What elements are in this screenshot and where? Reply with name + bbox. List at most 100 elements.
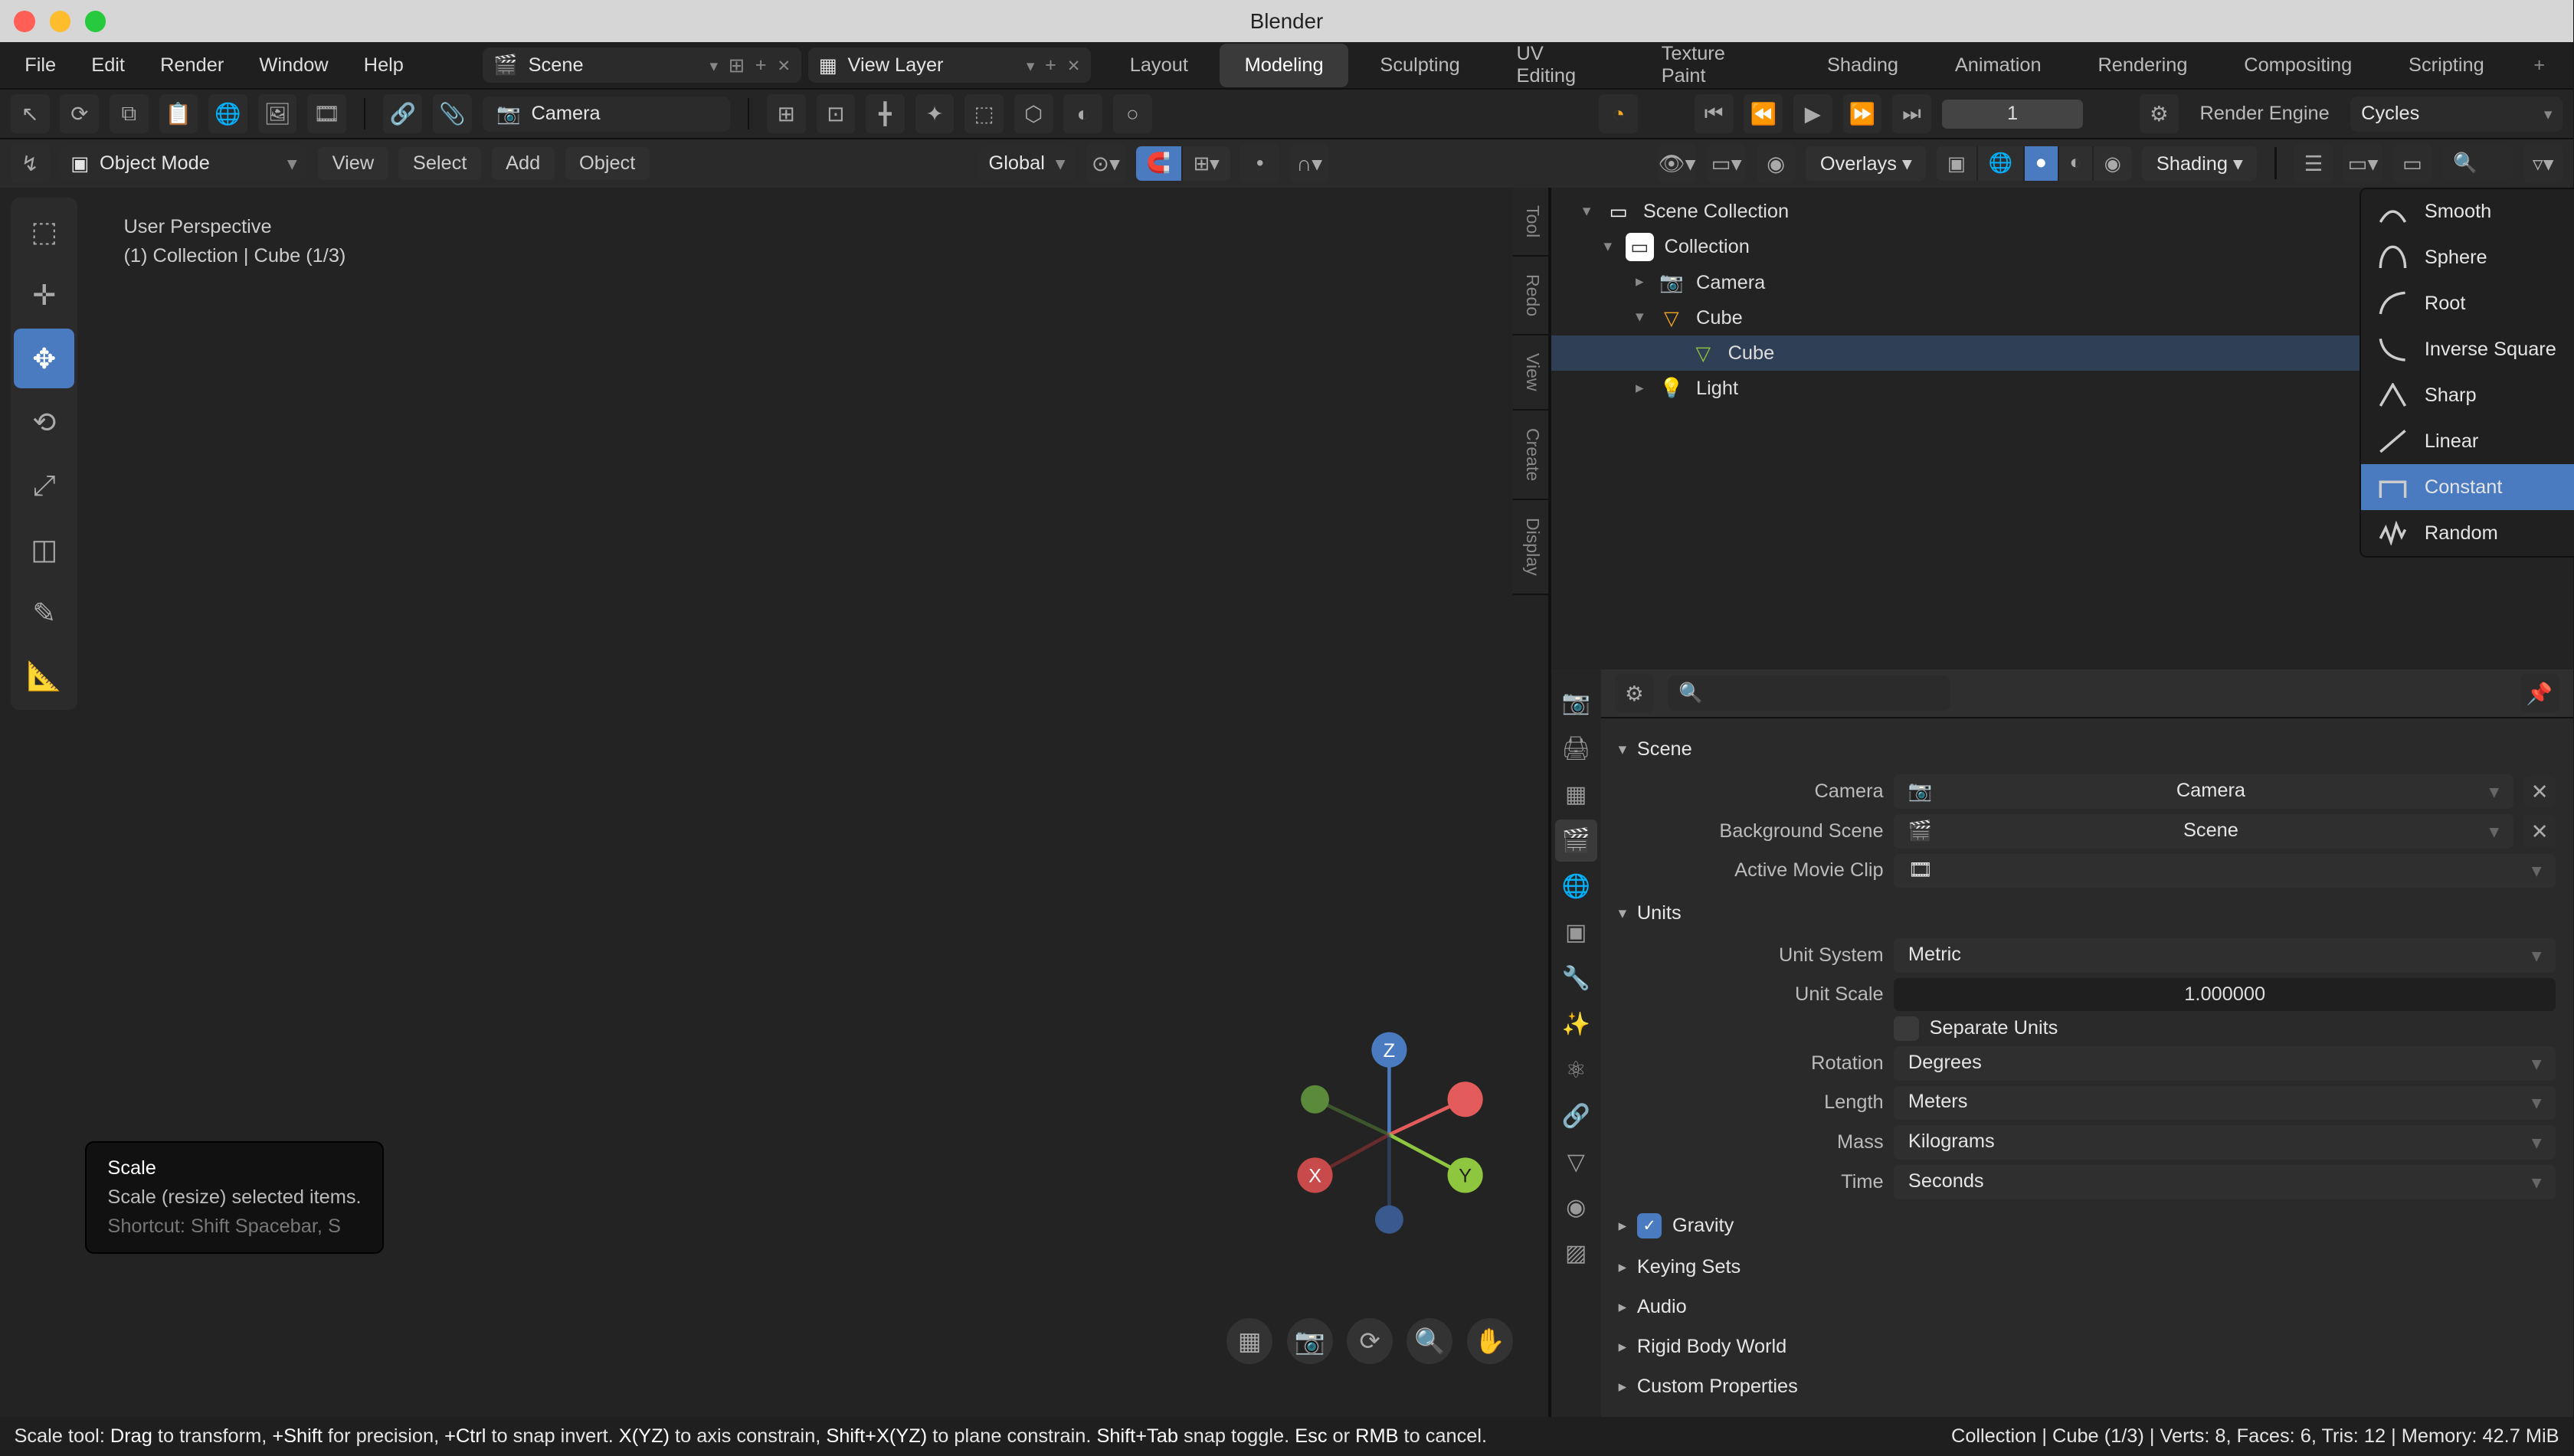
tab-scripting[interactable]: Scripting	[2384, 44, 2509, 87]
visibility-icon[interactable]: 👁▾	[1658, 144, 1697, 183]
tab-shading[interactable]: Shading	[1803, 44, 1924, 87]
gizmo-icon[interactable]: ▭▾	[1707, 144, 1746, 183]
vp-menu-object[interactable]: Object	[565, 147, 650, 180]
paste-icon[interactable]: 📋	[159, 94, 198, 133]
vp-menu-add[interactable]: Add	[492, 147, 555, 180]
scene-dropdown-icon[interactable]	[699, 54, 718, 77]
camera-selector[interactable]: 📷 Camera	[483, 97, 730, 132]
snap-type-icon[interactable]: ⊞▾	[1183, 146, 1230, 181]
copy-icon[interactable]: ⧉	[110, 94, 149, 133]
falloff-random[interactable]: Random	[2361, 510, 2574, 556]
ptab-output[interactable]: 🖨	[1555, 728, 1597, 770]
sidetab-redo[interactable]: Redo	[1513, 257, 1548, 335]
customprops-section-toggle[interactable]: ▸Custom Properties	[1619, 1366, 2556, 1406]
xray-toggle[interactable]: ▣🌐●◐◉	[1937, 146, 2132, 181]
rendered-icon[interactable]: ◉	[2094, 146, 2132, 181]
falloff-sharp[interactable]: Sharp	[2361, 372, 2574, 418]
pivot-icon[interactable]: ⊙▾	[1086, 144, 1125, 183]
tab-compositing[interactable]: Compositing	[2219, 44, 2377, 87]
props-search[interactable]: 🔍	[1668, 676, 1950, 711]
transform6-icon[interactable]: ⬡	[1014, 94, 1053, 133]
viewlayer-dropdown-icon[interactable]	[1016, 54, 1034, 77]
transform8-icon[interactable]: ○	[1113, 94, 1152, 133]
scene-add-icon[interactable]	[755, 54, 767, 77]
mode-selector[interactable]: ▣ Object Mode ▾	[60, 146, 307, 181]
proportional-dot-icon[interactable]: •	[1240, 144, 1279, 183]
bgscene-clear-icon[interactable]: ✕	[2523, 815, 2556, 847]
minimize-window-icon[interactable]	[50, 11, 71, 32]
sidetab-display[interactable]: Display	[1513, 500, 1548, 595]
overlays-button[interactable]: Overlays ▾	[1806, 146, 1926, 181]
render-engine-selector[interactable]: Cycles	[2350, 97, 2563, 132]
editor-type-icon[interactable]: ↯	[11, 144, 50, 183]
nav-camera-icon[interactable]: 📷	[1287, 1318, 1333, 1364]
menu-render[interactable]: Render	[146, 47, 238, 83]
units-section-toggle[interactable]: ▾Units	[1619, 893, 2556, 933]
outliner-editor-icon[interactable]: ☰	[2294, 144, 2333, 183]
image-icon[interactable]: 🖼	[258, 94, 297, 133]
viewlayer-add-icon[interactable]	[1045, 54, 1056, 77]
falloff-linear[interactable]: Linear	[2361, 418, 2574, 464]
scene-section-toggle[interactable]: ▾Scene	[1619, 729, 2556, 769]
ptab-constraints[interactable]: 🔗	[1555, 1094, 1597, 1137]
tool-transform[interactable]: ◫	[14, 519, 74, 579]
jump-start-icon[interactable]: ⏮	[1695, 94, 1734, 133]
transform7-icon[interactable]: ◐	[1063, 94, 1102, 133]
falloff-inverse-square[interactable]: Inverse Square	[2361, 326, 2574, 372]
transform2-icon[interactable]: ⊡	[817, 94, 856, 133]
ptab-scene[interactable]: 🎬	[1555, 820, 1597, 862]
transform1-icon[interactable]: ⊞	[767, 94, 806, 133]
tab-rendering[interactable]: Rendering	[2073, 44, 2212, 87]
props-editor-icon[interactable]: ⚙	[1615, 674, 1654, 713]
tool-select-box[interactable]: ⬚	[14, 201, 74, 261]
camera-clear-icon[interactable]: ✕	[2523, 776, 2556, 808]
orientation-selector[interactable]: Global ▾	[978, 146, 1076, 181]
scene-camera-selector[interactable]: 📷 Camera	[1894, 774, 2513, 809]
ptab-particles[interactable]: ✨	[1555, 1003, 1597, 1045]
shading-button[interactable]: Shading ▾	[2142, 146, 2257, 181]
render-engine-dropdown-icon[interactable]	[2533, 103, 2552, 125]
solid-icon[interactable]: ●	[2025, 146, 2059, 181]
add-workspace-icon[interactable]: +	[2516, 44, 2563, 87]
menu-file[interactable]: File	[11, 47, 70, 83]
audio-section-toggle[interactable]: ▸Audio	[1619, 1287, 2556, 1327]
transform3-icon[interactable]: ╋	[866, 94, 905, 133]
play-icon[interactable]: ▶	[1793, 94, 1832, 133]
gravity-section-toggle[interactable]: ▸✓Gravity	[1619, 1205, 2556, 1247]
scene-remove-icon[interactable]	[777, 54, 790, 77]
keying-section-toggle[interactable]: ▸Keying Sets	[1619, 1247, 2556, 1287]
world-icon[interactable]: 🌐	[208, 94, 247, 133]
nav-zoom-icon[interactable]: 🔍	[1407, 1318, 1452, 1364]
tool-measure[interactable]: 📐	[14, 646, 74, 706]
pin-icon[interactable]: 📌	[2520, 674, 2559, 713]
bg-scene-selector[interactable]: 🎬 Scene	[1894, 814, 2513, 849]
cursor-icon[interactable]: ↖	[11, 94, 50, 133]
gravity-checkbox[interactable]: ✓	[1637, 1213, 1662, 1238]
matprev-icon[interactable]: ◐	[2059, 146, 2094, 181]
tab-texturepaint[interactable]: Texture Paint	[1636, 33, 1795, 99]
unit-system-selector[interactable]: Metric	[1894, 938, 2555, 973]
menu-window[interactable]: Window	[245, 47, 342, 83]
tab-layout[interactable]: Layout	[1105, 44, 1213, 87]
3d-viewport[interactable]: ⬚ ✛ ✥ ⟲ ⤢ ◫ ✎ 📐 User Perspective (1) Col…	[0, 188, 1548, 1418]
viewlayer-selector[interactable]: ▦ View Layer	[808, 47, 1091, 83]
ptab-material[interactable]: ◉	[1555, 1186, 1597, 1229]
display-mode-icon[interactable]: ▭▾	[2343, 144, 2382, 183]
mass-units-selector[interactable]: Kilograms	[1894, 1125, 2555, 1160]
zoom-window-icon[interactable]	[85, 11, 106, 32]
film-icon[interactable]: 🎞	[307, 94, 346, 133]
sidetab-view[interactable]: View	[1513, 335, 1548, 411]
sidetab-create[interactable]: Create	[1513, 411, 1548, 500]
falloff-sphere[interactable]: Sphere	[2361, 234, 2574, 280]
menu-edit[interactable]: Edit	[77, 47, 139, 83]
separate-units-checkbox[interactable]: ✓	[1894, 1016, 1918, 1041]
transform5-icon[interactable]: ⬚	[964, 94, 1004, 133]
tab-animation[interactable]: Animation	[1931, 44, 2066, 87]
tab-sculpting[interactable]: Sculpting	[1355, 44, 1485, 87]
falloff-root[interactable]: Root	[2361, 280, 2574, 326]
ptab-world[interactable]: 🌐	[1555, 865, 1597, 908]
tab-modeling[interactable]: Modeling	[1220, 44, 1348, 87]
ptab-render[interactable]: 📷	[1555, 682, 1597, 724]
close-window-icon[interactable]	[14, 11, 35, 32]
rotation-units-selector[interactable]: Degrees	[1894, 1046, 2555, 1081]
